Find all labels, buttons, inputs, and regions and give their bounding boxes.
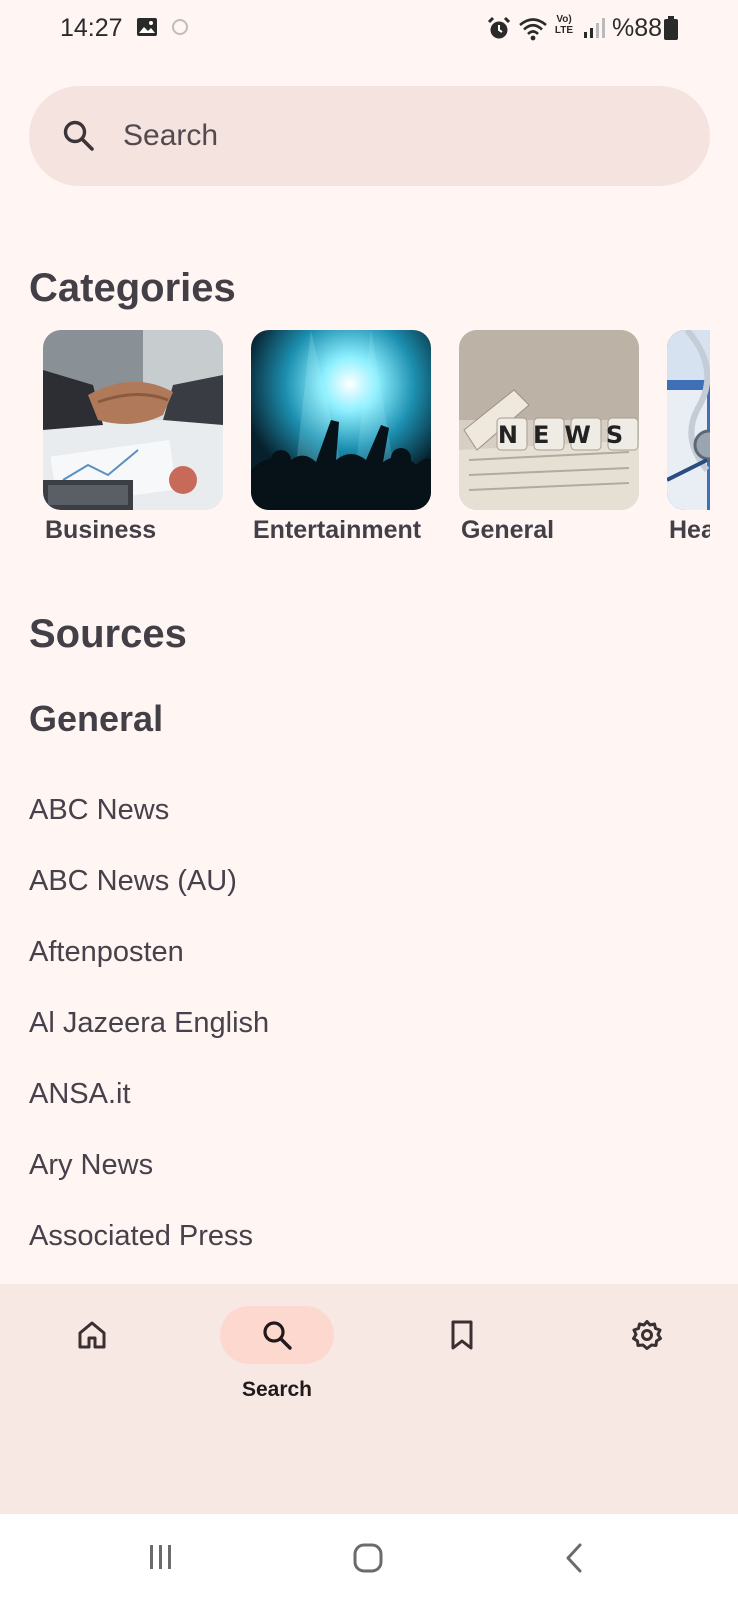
category-label: General <box>461 516 555 544</box>
system-navigation-bar <box>0 1514 738 1600</box>
signal-icon <box>582 16 606 45</box>
category-card-general[interactable]: NEWS General <box>459 330 639 544</box>
battery-percent: %88 <box>612 14 663 42</box>
volte-icon: Vo) LTE <box>554 14 574 36</box>
source-item[interactable]: Ary News <box>29 1149 153 1182</box>
source-item[interactable]: Associated Press <box>29 1220 253 1253</box>
wifi-icon <box>518 16 548 47</box>
search-bar[interactable] <box>29 86 710 186</box>
svg-text:NEWS: NEWS <box>498 421 638 449</box>
source-item[interactable]: ABC News (AU) <box>29 865 237 898</box>
search-icon <box>263 1321 292 1350</box>
nav-home[interactable] <box>20 1306 160 1416</box>
general-image: NEWS <box>459 330 639 510</box>
search-input[interactable] <box>123 106 683 166</box>
nav-label: Search <box>241 1378 313 1401</box>
source-item[interactable]: Al Jazeera English <box>29 1007 269 1040</box>
category-label: Entertainment <box>253 516 422 544</box>
bookmark-icon <box>451 1320 473 1350</box>
alarm-icon <box>486 16 512 47</box>
business-image <box>43 330 223 510</box>
status-bar: 14:27 Vo) LTE %88 <box>0 0 738 60</box>
sources-title: Sources <box>29 612 187 656</box>
settings-icon <box>632 1320 662 1350</box>
sources-group-title: General <box>29 698 164 739</box>
nav-bookmarks[interactable] <box>390 1306 530 1416</box>
category-card-entertainment[interactable]: Entertainment <box>251 330 431 544</box>
nav-search[interactable]: Search <box>205 1306 345 1416</box>
nav-active-indicator <box>220 1306 334 1364</box>
back-icon[interactable] <box>562 1542 586 1574</box>
source-item[interactable]: Aftenposten <box>29 936 184 969</box>
search-icon <box>61 118 97 159</box>
image-icon <box>136 16 158 43</box>
battery-icon <box>664 16 678 45</box>
source-item[interactable]: ANSA.it <box>29 1078 131 1111</box>
nav-settings[interactable] <box>575 1306 715 1416</box>
categories-title: Categories <box>29 266 236 310</box>
category-card-health[interactable]: Health <box>667 330 710 544</box>
category-label: Business <box>45 516 157 544</box>
categories-carousel[interactable]: Business Entertainment NEWS General Hea <box>0 330 710 550</box>
news-letter-blocks: NEWS <box>496 417 639 451</box>
status-time: 14:27 <box>60 14 123 42</box>
entertainment-image <box>251 330 431 510</box>
category-card-business[interactable]: Business <box>43 330 223 544</box>
home-button-icon[interactable] <box>352 1542 384 1574</box>
recent-apps-icon[interactable] <box>146 1542 176 1572</box>
bottom-navigation: Search <box>0 1284 738 1514</box>
source-item[interactable]: ABC News <box>29 794 169 827</box>
loading-icon <box>170 16 190 43</box>
category-label: Health <box>669 516 710 544</box>
home-icon <box>78 1321 106 1349</box>
health-image <box>667 330 710 510</box>
